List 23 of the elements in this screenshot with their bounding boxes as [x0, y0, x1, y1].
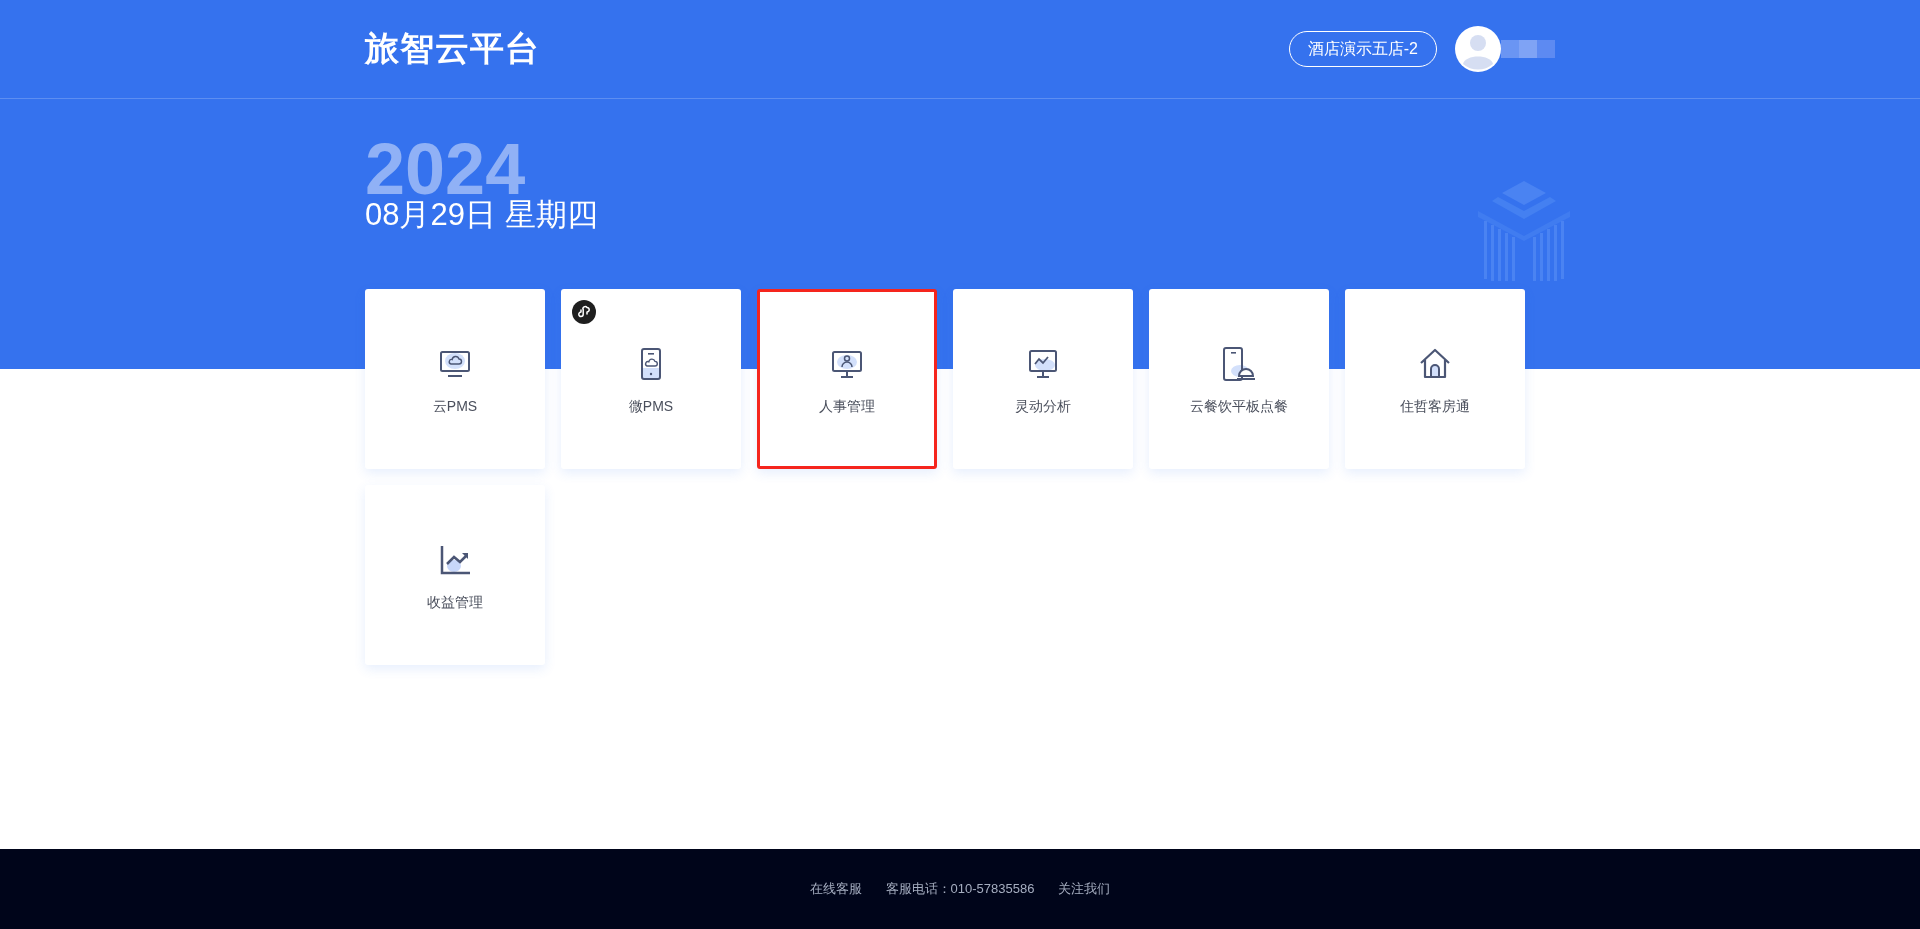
- app-card[interactable]: 收益管理: [365, 485, 545, 665]
- app-label: 微PMS: [628, 398, 674, 416]
- app-card[interactable]: 云餐饮平板点餐: [1149, 289, 1329, 469]
- app-card[interactable]: 人事管理: [757, 289, 937, 469]
- avatar-icon[interactable]: [1455, 26, 1501, 72]
- app-card[interactable]: 住哲客房通: [1345, 289, 1525, 469]
- year-watermark: 2024: [365, 145, 526, 193]
- tablet-cloche-icon: [1221, 346, 1257, 382]
- app-card[interactable]: 云PMS: [365, 289, 545, 469]
- footer-link[interactable]: 关注我们: [1058, 880, 1111, 898]
- date-text: 08月29日 星期四: [365, 197, 598, 232]
- app-label: 云PMS: [432, 398, 478, 416]
- app-label: 灵动分析: [1015, 398, 1071, 416]
- site-title: 旅智云平台: [365, 28, 540, 69]
- blurred-name-drawing: [1501, 40, 1555, 58]
- app-label: 住哲客房通: [1400, 398, 1470, 416]
- footer-link[interactable]: 在线客服: [809, 880, 862, 898]
- app-card[interactable]: 微PMS: [561, 289, 741, 469]
- app-label: 收益管理: [427, 594, 483, 612]
- app-label: 人事管理: [819, 398, 875, 416]
- footer-link[interactable]: 客服电话：010-57835586: [885, 880, 1035, 898]
- app-label: 云餐饮平板点餐: [1190, 398, 1288, 416]
- app-card[interactable]: 灵动分析: [953, 289, 1133, 469]
